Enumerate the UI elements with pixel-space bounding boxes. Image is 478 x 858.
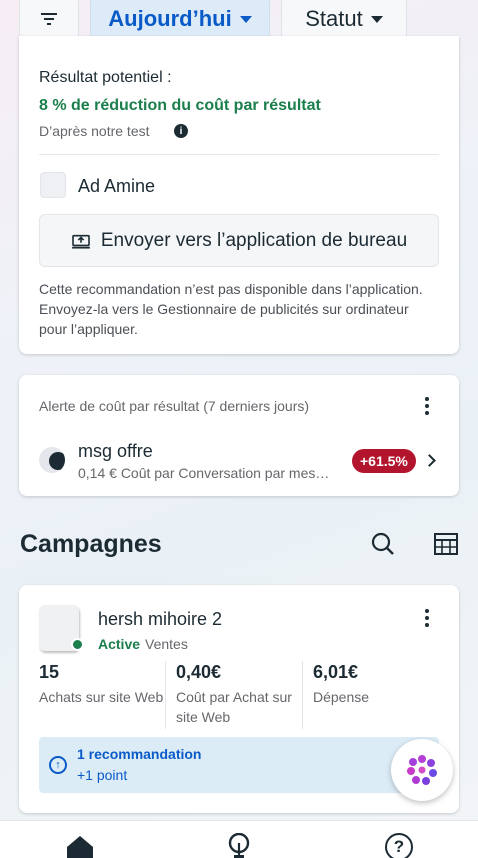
- ad-name: Ad Amine: [78, 176, 156, 196]
- metric-spend: 6,01€ Dépense: [313, 662, 433, 724]
- campaign-status: Active: [98, 636, 141, 652]
- metric-value: 15: [39, 662, 60, 682]
- table-icon[interactable]: [434, 533, 458, 555]
- date-range-label: Aujourd’hui: [108, 6, 232, 31]
- alert-title: Alerte de coût par résultat (7 derniers …: [39, 398, 310, 414]
- campaign-objective: Ventes: [145, 636, 188, 652]
- chevron-down-icon: [370, 15, 383, 23]
- cost-alert-card: Alerte de coût par résultat (7 derniers …: [19, 375, 459, 496]
- lightbulb-icon[interactable]: [227, 833, 251, 858]
- info-icon[interactable]: i: [174, 124, 188, 138]
- metric-value: 6,01€: [313, 662, 359, 682]
- active-status-dot: [71, 638, 84, 651]
- campaign-name: hersh mihoire 2: [98, 609, 223, 629]
- help-icon[interactable]: ?: [385, 833, 413, 858]
- search-icon[interactable]: [371, 532, 395, 556]
- desktop-upload-icon: [71, 234, 90, 249]
- divider: [165, 661, 166, 729]
- divider: [39, 154, 439, 155]
- recommendation-title: 1 recommandation: [77, 746, 202, 762]
- result-value: 8 % de réduction du coût par résultat: [39, 97, 321, 114]
- meta-ai-button[interactable]: [391, 739, 453, 801]
- alert-item-detail: 0,14 € Coût par Conversation par mes…: [78, 465, 330, 481]
- divider: [302, 661, 303, 729]
- metric-purchases: 15 Achats sur site Web: [39, 662, 164, 724]
- metric-label: Coût par Achat sur site Web: [176, 689, 292, 725]
- change-badge: +61.5%: [352, 449, 416, 473]
- ad-checkbox[interactable]: [40, 172, 66, 198]
- chevron-right-icon[interactable]: [423, 454, 436, 467]
- send-to-desktop-button[interactable]: Envoyer vers l’application de bureau: [39, 214, 439, 267]
- campaigns-title: Campagnes: [20, 530, 162, 558]
- home-icon[interactable]: [66, 835, 94, 858]
- recommendation-subtitle: +1 point: [77, 767, 128, 783]
- result-label: Résultat potentiel :: [39, 69, 172, 86]
- arrow-up-circle-icon: ↑: [49, 756, 67, 774]
- ad-thumbnail: [39, 447, 65, 473]
- chevron-down-icon: [239, 15, 252, 23]
- send-button-label: Envoyer vers l’application de bureau: [100, 229, 408, 251]
- metric-value: 0,40€: [176, 662, 222, 682]
- recommendation-card: Résultat potentiel : 8 % de réduction du…: [19, 36, 459, 354]
- bottom-navigation: ?: [0, 820, 478, 858]
- unavailable-message: Cette recommandation n’est pas disponibl…: [39, 281, 423, 337]
- metric-cost-per-purchase: 0,40€ Coût par Achat sur site Web: [176, 662, 304, 725]
- test-note: D’après notre test: [39, 123, 150, 139]
- more-icon[interactable]: [424, 397, 430, 415]
- more-icon[interactable]: [424, 609, 430, 627]
- metric-label: Dépense: [313, 689, 370, 705]
- alert-item-name: msg offre: [78, 441, 153, 461]
- filter-icon: [41, 13, 57, 25]
- meta-ai-icon: [407, 755, 437, 785]
- metric-label: Achats sur site Web: [39, 689, 164, 705]
- status-label: Statut: [305, 6, 363, 31]
- campaign-recommendation-banner[interactable]: ↑ 1 recommandation +1 point: [39, 737, 439, 793]
